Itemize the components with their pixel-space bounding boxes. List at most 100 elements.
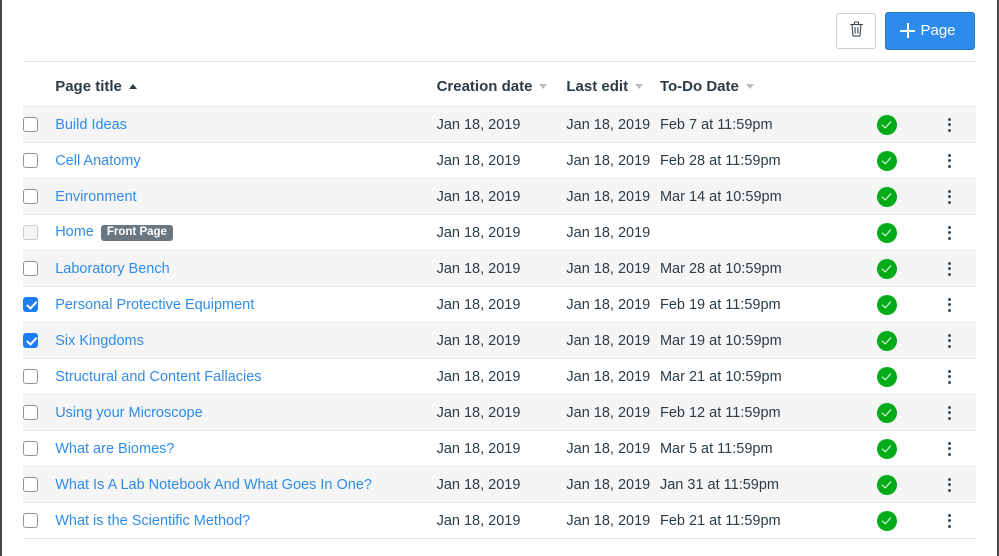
published-status-cell: [851, 322, 924, 359]
last-edit-cell: Jan 18, 2019: [566, 322, 660, 359]
column-label-creation-date: Creation date: [436, 78, 533, 95]
page-title-cell: Build Ideas: [55, 107, 436, 143]
row-actions-cell: [923, 358, 976, 395]
column-header-page-title[interactable]: Page title: [55, 62, 437, 107]
row-select-checkbox[interactable]: [23, 405, 38, 420]
row-select-checkbox[interactable]: [23, 153, 38, 168]
row-select-cell: [23, 107, 55, 143]
published-check-icon[interactable]: [877, 186, 898, 207]
published-status-cell: [851, 214, 924, 251]
row-select-checkbox: [23, 225, 38, 240]
row-actions-cell: [923, 322, 976, 359]
add-page-button[interactable]: Page: [885, 11, 975, 50]
sort-by-todo-date[interactable]: To-Do Date: [660, 78, 754, 95]
page-title-link[interactable]: Build Ideas: [55, 117, 127, 133]
page-title-link[interactable]: Structural and Content Fallacies: [55, 369, 261, 385]
page-title-link[interactable]: What is the Scientific Method?: [55, 513, 250, 529]
kebab-menu-icon[interactable]: [940, 475, 960, 495]
kebab-menu-icon[interactable]: [940, 187, 960, 207]
page-title-link[interactable]: Laboratory Bench: [55, 261, 169, 277]
sort-by-last-edit[interactable]: Last edit: [566, 78, 644, 95]
todo-date-cell: Mar 19 at 10:59pm: [659, 322, 852, 359]
published-check-icon[interactable]: [877, 402, 898, 423]
row-select-checkbox[interactable]: [23, 117, 38, 132]
row-select-cell: [23, 214, 56, 251]
page-title-link[interactable]: Environment: [55, 189, 136, 205]
row-select-checkbox[interactable]: [23, 297, 38, 312]
table-row[interactable]: Home Front Page Jan 18, 2019 Jan 18, 2019: [23, 214, 976, 251]
table-row[interactable]: Personal Protective Equipment Jan 18, 201…: [23, 286, 976, 323]
row-select-cell: [23, 502, 56, 539]
table-row[interactable]: Laboratory Bench Jan 18, 2019 Jan 18, 2019…: [23, 250, 976, 287]
kebab-menu-icon[interactable]: [940, 259, 960, 279]
row-select-checkbox[interactable]: [23, 333, 38, 348]
row-select-checkbox[interactable]: [23, 261, 38, 276]
page-title-link[interactable]: Six Kingdoms: [55, 333, 144, 349]
kebab-menu-icon[interactable]: [940, 511, 960, 531]
published-check-icon[interactable]: [877, 438, 898, 459]
row-select-checkbox[interactable]: [23, 441, 38, 456]
page-title-link[interactable]: Personal Protective Equipment: [55, 297, 254, 313]
table-row[interactable]: What is the Scientific Method? Jan 18, 20…: [23, 502, 976, 539]
trash-icon: [848, 20, 865, 41]
last-edit-cell: Jan 18, 2019: [566, 286, 660, 323]
row-select-checkbox[interactable]: [23, 513, 38, 528]
published-check-icon[interactable]: [877, 366, 898, 387]
table-row[interactable]: Cell Anatomy Jan 18, 2019 Jan 18, 2019 Feb …: [23, 142, 976, 179]
page-title-cell: Cell Anatomy: [55, 142, 437, 179]
last-edit-cell: Jan 18, 2019: [566, 250, 660, 287]
published-check-icon[interactable]: [877, 150, 898, 171]
published-status-cell: [851, 178, 924, 215]
row-select-checkbox[interactable]: [23, 369, 38, 384]
todo-date-cell: Feb 21 at 11:59pm: [659, 502, 852, 539]
published-check-icon[interactable]: [877, 114, 898, 135]
table-row[interactable]: Using your Microscope Jan 18, 2019 Jan 18,…: [23, 394, 976, 431]
table-row[interactable]: What are Biomes? Jan 18, 2019 Jan 18, 2019…: [23, 430, 976, 467]
delete-selected-button[interactable]: [836, 12, 876, 49]
page-title-link[interactable]: Using your Microscope: [55, 405, 202, 421]
todo-date-cell: Mar 5 at 11:59pm: [659, 430, 852, 467]
published-status-cell: [851, 107, 923, 143]
kebab-menu-icon[interactable]: [940, 295, 960, 315]
page-title-link[interactable]: Cell Anatomy: [55, 153, 140, 169]
page-title-cell: Laboratory Bench: [55, 250, 437, 287]
published-check-icon[interactable]: [877, 330, 898, 351]
row-select-checkbox[interactable]: [23, 477, 38, 492]
kebab-menu-icon[interactable]: [940, 367, 960, 387]
published-check-icon[interactable]: [877, 294, 898, 315]
published-check-icon[interactable]: [877, 258, 898, 279]
sort-by-creation-date[interactable]: Creation date: [437, 78, 548, 95]
table-row[interactable]: Environment Jan 18, 2019 Jan 18, 2019 Mar 1…: [23, 178, 976, 215]
table-row[interactable]: What Is A Lab Notebook And What Goes In …: [23, 466, 976, 503]
published-status-cell: [851, 502, 924, 539]
column-label-todo-date: To-Do Date: [659, 78, 739, 95]
kebab-menu-icon[interactable]: [940, 403, 960, 423]
kebab-menu-icon[interactable]: [940, 331, 960, 351]
creation-date-cell: Jan 18, 2019: [436, 286, 567, 323]
table-row[interactable]: Six Kingdoms Jan 18, 2019 Jan 18, 2019 Mar …: [23, 322, 976, 359]
sort-chevron-down-icon: [635, 84, 644, 89]
row-select-checkbox[interactable]: [23, 189, 38, 204]
todo-date-cell: Mar 21 at 10:59pm: [659, 358, 852, 395]
table-row[interactable]: Structural and Content Fallacies Jan 18, …: [23, 358, 976, 395]
column-header-todo-date[interactable]: To-Do Date: [659, 62, 852, 107]
kebab-menu-icon[interactable]: [940, 439, 960, 459]
sort-by-page-title[interactable]: Page title: [55, 78, 137, 95]
page-title-link[interactable]: What Is A Lab Notebook And What Goes In …: [55, 477, 372, 493]
kebab-menu-icon[interactable]: [940, 115, 960, 135]
published-check-icon[interactable]: [877, 510, 898, 531]
todo-date-cell: [659, 214, 852, 251]
todo-date-cell: Feb 12 at 11:59pm: [659, 394, 852, 431]
page-title-link[interactable]: What are Biomes?: [55, 441, 174, 457]
kebab-menu-icon[interactable]: [940, 223, 960, 243]
page-title-link[interactable]: Home: [55, 224, 94, 240]
table-row[interactable]: Build Ideas Jan 18, 2019 Jan 18, 2019 Feb 7…: [23, 106, 976, 143]
column-header-creation-date[interactable]: Creation date: [436, 62, 567, 107]
sort-ascending-icon: [128, 84, 137, 89]
row-select-cell: [23, 430, 56, 467]
published-check-icon[interactable]: [877, 474, 898, 495]
row-actions-cell: [923, 250, 976, 287]
kebab-menu-icon[interactable]: [940, 151, 960, 171]
column-header-last-edit[interactable]: Last edit: [566, 62, 660, 107]
published-check-icon[interactable]: [877, 222, 898, 243]
